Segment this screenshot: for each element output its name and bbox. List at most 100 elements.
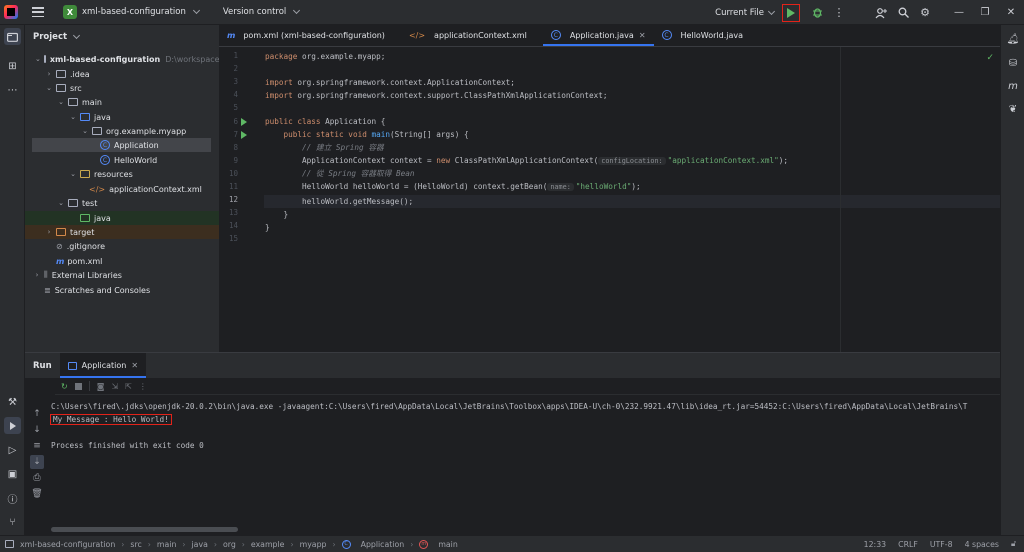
stop-icon[interactable] — [74, 382, 82, 390]
expand-arrow-icon[interactable]: ⌄ — [69, 113, 77, 121]
code-editor[interactable]: 1 2 3 4 5 6 7 8 9 10 11 12 13 14 15 pack… — [219, 47, 1000, 352]
breadcrumb-item[interactable]: src — [130, 540, 141, 549]
tab-application-java[interactable]: C Application.java ✕ — [542, 24, 654, 46]
search-icon[interactable] — [892, 2, 914, 24]
tree-item-application[interactable]: C Application — [32, 138, 211, 152]
breadcrumb-item[interactable]: example — [251, 540, 285, 549]
file-encoding[interactable]: UTF-8 — [930, 540, 953, 549]
close-tab-icon[interactable]: ✕ — [639, 31, 646, 40]
tree-item-project-root[interactable]: ⌄ xml-based-configuration D:\workspace\S — [25, 52, 227, 66]
git-icon[interactable]: ⑂ — [4, 514, 21, 531]
project-selector[interactable]: X xml-based-configuration — [58, 3, 204, 21]
run-config-selector[interactable]: Current File — [715, 7, 776, 18]
tab-appcontext-xml[interactable]: </> applicationContext.xml — [401, 24, 535, 46]
soft-wrap-icon[interactable]: ≡ — [30, 439, 44, 453]
rerun-icon[interactable]: ↻ — [61, 382, 68, 391]
breadcrumb-item[interactable]: main — [157, 540, 176, 549]
expand-arrow-icon[interactable]: ⌄ — [45, 84, 53, 92]
breadcrumb-item[interactable]: java — [192, 540, 208, 549]
breadcrumb-item[interactable]: xml-based-configuration — [20, 540, 115, 549]
database-icon[interactable]: ⛁ — [1005, 55, 1021, 71]
intellij-logo-icon[interactable] — [4, 5, 18, 19]
tree-item-src[interactable]: ⌄ src — [25, 81, 219, 95]
no-problems-check-icon[interactable]: ✓ — [986, 53, 994, 63]
breadcrumb-item[interactable]: Application — [361, 540, 405, 549]
run-tool-icon[interactable] — [4, 417, 21, 434]
run-gutter-icon[interactable] — [241, 131, 247, 139]
run-tab-application[interactable]: Application ✕ — [59, 353, 147, 378]
divider — [88, 381, 90, 391]
close-tab-icon[interactable]: ✕ — [131, 361, 138, 370]
tree-item-scratches[interactable]: ≣ Scratches and Consoles — [25, 283, 219, 297]
expand-arrow-icon[interactable]: › — [33, 271, 41, 279]
tree-item-main[interactable]: ⌄ main — [25, 95, 219, 109]
print-icon[interactable]: ⎙ — [30, 471, 44, 485]
indent-setting[interactable]: 4 spaces — [965, 540, 999, 549]
restore-layout-icon[interactable]: ⇲ — [111, 382, 118, 391]
add-user-icon[interactable] — [870, 2, 892, 24]
tree-item-helloworld[interactable]: C HelloWorld — [25, 153, 219, 167]
horizontal-scrollbar[interactable] — [51, 527, 238, 532]
scroll-to-end-icon[interactable]: ⇣ — [30, 455, 44, 469]
tree-item-appcontext-xml[interactable]: </> applicationContext.xml — [25, 182, 219, 196]
trash-icon[interactable]: 🗑︎ — [30, 487, 44, 501]
run-panel: Run Application ✕ ↻ ◙ ⇲ ⇱ ⋮ ↑ ↓ ≡ ⇣ ⎙ 🗑︎… — [25, 352, 1000, 535]
status-bar: xml-based-configuration › src › main › java… — [0, 535, 1024, 552]
breadcrumb-item[interactable]: org — [223, 540, 236, 549]
scroll-up-icon[interactable]: ↑ — [30, 407, 44, 421]
caret-position[interactable]: 12:33 — [864, 540, 886, 549]
expand-arrow-icon[interactable]: ⌄ — [57, 199, 65, 207]
notifications-icon[interactable]: 🔔︎ — [1005, 31, 1021, 47]
code-text: Application { — [320, 117, 386, 126]
project-tool-icon[interactable] — [4, 28, 21, 45]
tree-item-idea[interactable]: › .idea — [25, 67, 219, 81]
expand-arrow-icon[interactable]: ⌄ — [35, 55, 41, 63]
hammer-icon[interactable]: ⚒ — [4, 394, 21, 411]
tree-item-external-libraries[interactable]: › ⫼ External Libraries — [25, 268, 219, 282]
camera-icon[interactable]: ◙ — [97, 382, 105, 391]
run-button[interactable] — [782, 3, 800, 22]
run-gutter-icon[interactable] — [241, 118, 247, 126]
lock-icon[interactable]: 🔓︎ — [1011, 539, 1016, 549]
terminal-icon[interactable]: ▣ — [4, 466, 21, 483]
spring-leaf-icon[interactable]: ❦ — [1005, 101, 1021, 117]
tree-item-pom[interactable]: m pom.xml — [25, 254, 219, 268]
tree-item-test-java[interactable]: java — [25, 211, 219, 225]
more-actions-icon[interactable]: ⋮ — [139, 382, 147, 391]
restore-icon[interactable]: ❐ — [972, 0, 998, 25]
debug-button[interactable] — [806, 2, 828, 24]
scroll-down-icon[interactable]: ↓ — [30, 423, 44, 437]
tree-item-test[interactable]: ⌄ test — [25, 196, 219, 210]
tree-item-package[interactable]: ⌄ org.example.myapp — [25, 124, 219, 138]
services-icon[interactable]: ▷ — [4, 442, 21, 459]
maven-icon[interactable]: m — [1005, 78, 1021, 94]
project-panel-header[interactable]: Project — [25, 25, 219, 48]
more-tools-icon[interactable]: ⋯ — [4, 82, 21, 99]
line-separator[interactable]: CRLF — [898, 540, 918, 549]
problems-icon[interactable]: ⓘ — [4, 490, 21, 507]
tree-item-target[interactable]: › target — [25, 225, 219, 239]
tree-item-java[interactable]: ⌄ java — [25, 110, 219, 124]
tree-item-resources[interactable]: ⌄ resources — [25, 167, 219, 181]
expand-arrow-icon[interactable]: › — [45, 228, 53, 236]
structure-tool-icon[interactable]: ⊞ — [4, 58, 21, 75]
line-number: 2 — [233, 64, 238, 73]
more-actions-icon[interactable]: ⋮ — [828, 2, 850, 24]
tab-label: applicationContext.xml — [434, 30, 527, 40]
expand-arrow-icon[interactable]: ⌄ — [81, 127, 89, 135]
gear-icon[interactable]: ⚙ — [914, 2, 936, 24]
tab-pom-xml[interactable]: m pom.xml (xml-based-configuration) — [219, 24, 393, 46]
expand-arrow-icon[interactable]: › — [45, 70, 53, 78]
main-menu-icon[interactable] — [32, 7, 44, 17]
tab-helloworld-java[interactable]: C HelloWorld.java — [654, 24, 752, 46]
expand-arrow-icon[interactable]: ⌄ — [57, 98, 65, 106]
pin-icon[interactable]: ⇱ — [125, 382, 132, 391]
tree-item-gitignore[interactable]: ⊘ .gitignore — [25, 239, 219, 253]
close-icon[interactable]: ✕ — [998, 0, 1024, 25]
expand-arrow-icon[interactable]: ⌄ — [69, 170, 77, 178]
line-number: 11 — [228, 182, 238, 191]
breadcrumb-item[interactable]: main — [438, 540, 457, 549]
minimize-icon[interactable]: — — [946, 0, 972, 25]
vcs-selector[interactable]: Version control — [218, 5, 304, 19]
breadcrumb-item[interactable]: myapp — [300, 540, 327, 549]
